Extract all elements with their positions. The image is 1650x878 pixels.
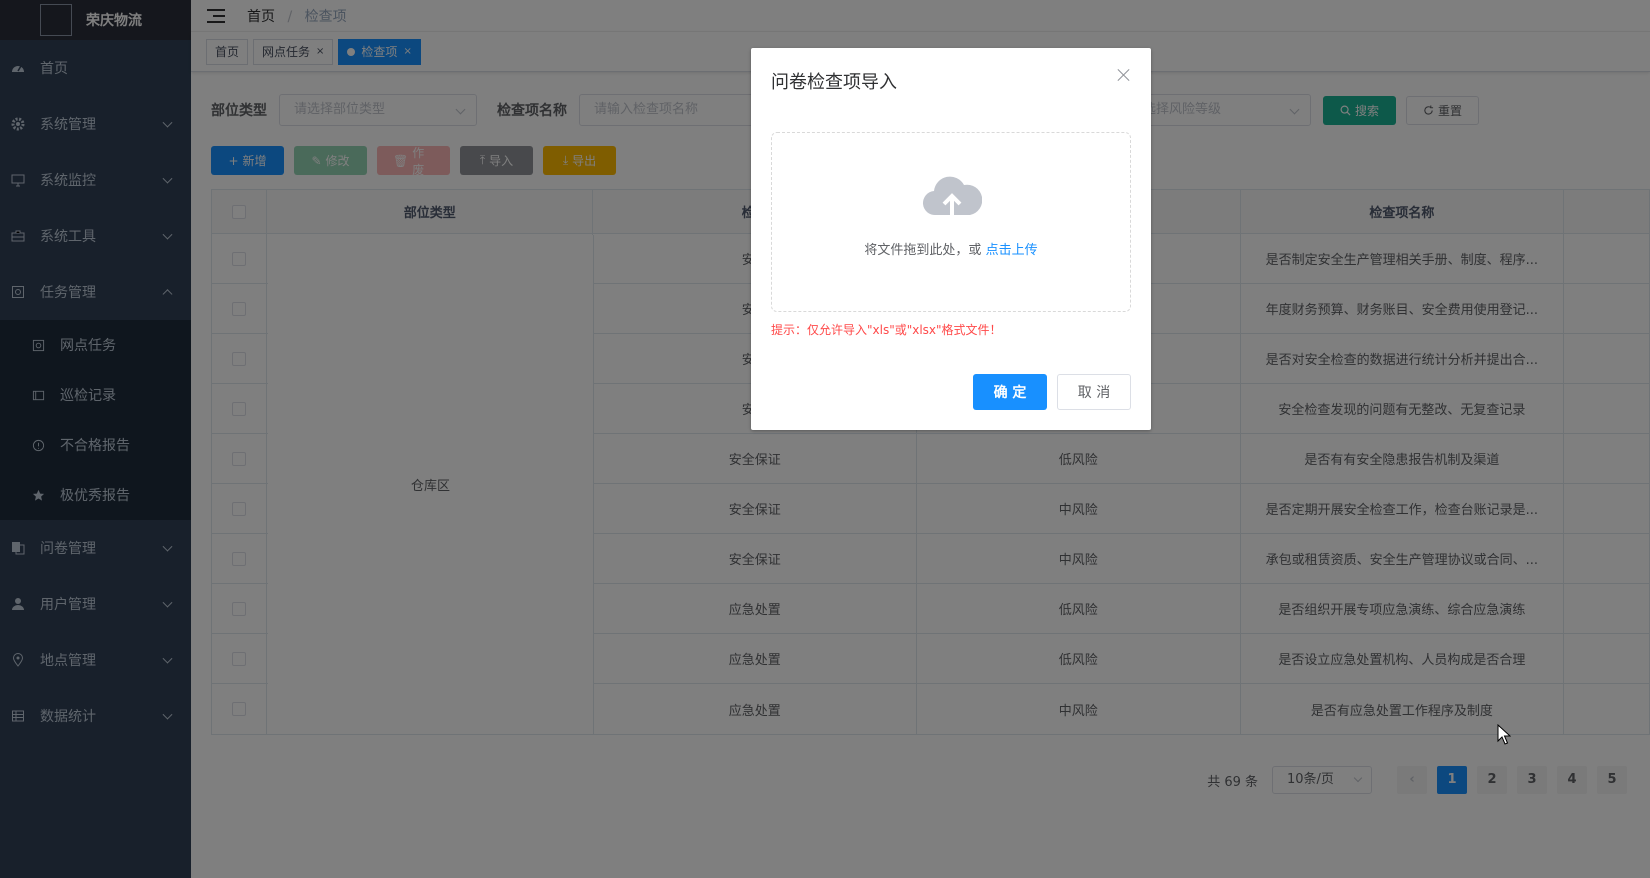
upload-hint: 将文件拖到此处，或 点击上传 [772, 239, 1130, 258]
upload-dropzone[interactable]: 将文件拖到此处，或 点击上传 [771, 132, 1131, 312]
cloud-upload-icon [923, 176, 982, 219]
drag-text: 将文件拖到此处，或 [864, 243, 982, 258]
import-dialog: 问卷检查项导入 将文件拖到此处，或 点击上传 提示：仅允许导入"xls"或"xl… [751, 48, 1151, 430]
dialog-title: 问卷检查项导入 [771, 72, 897, 93]
cancel-button[interactable]: 取 消 [1057, 374, 1131, 410]
click-upload-link[interactable]: 点击上传 [986, 243, 1038, 258]
close-icon[interactable] [1117, 68, 1131, 82]
mouse-cursor-icon [1497, 724, 1511, 745]
upload-tip: 提示：仅允许导入"xls"或"xlsx"格式文件！ [771, 323, 1002, 337]
confirm-button[interactable]: 确 定 [973, 374, 1047, 410]
